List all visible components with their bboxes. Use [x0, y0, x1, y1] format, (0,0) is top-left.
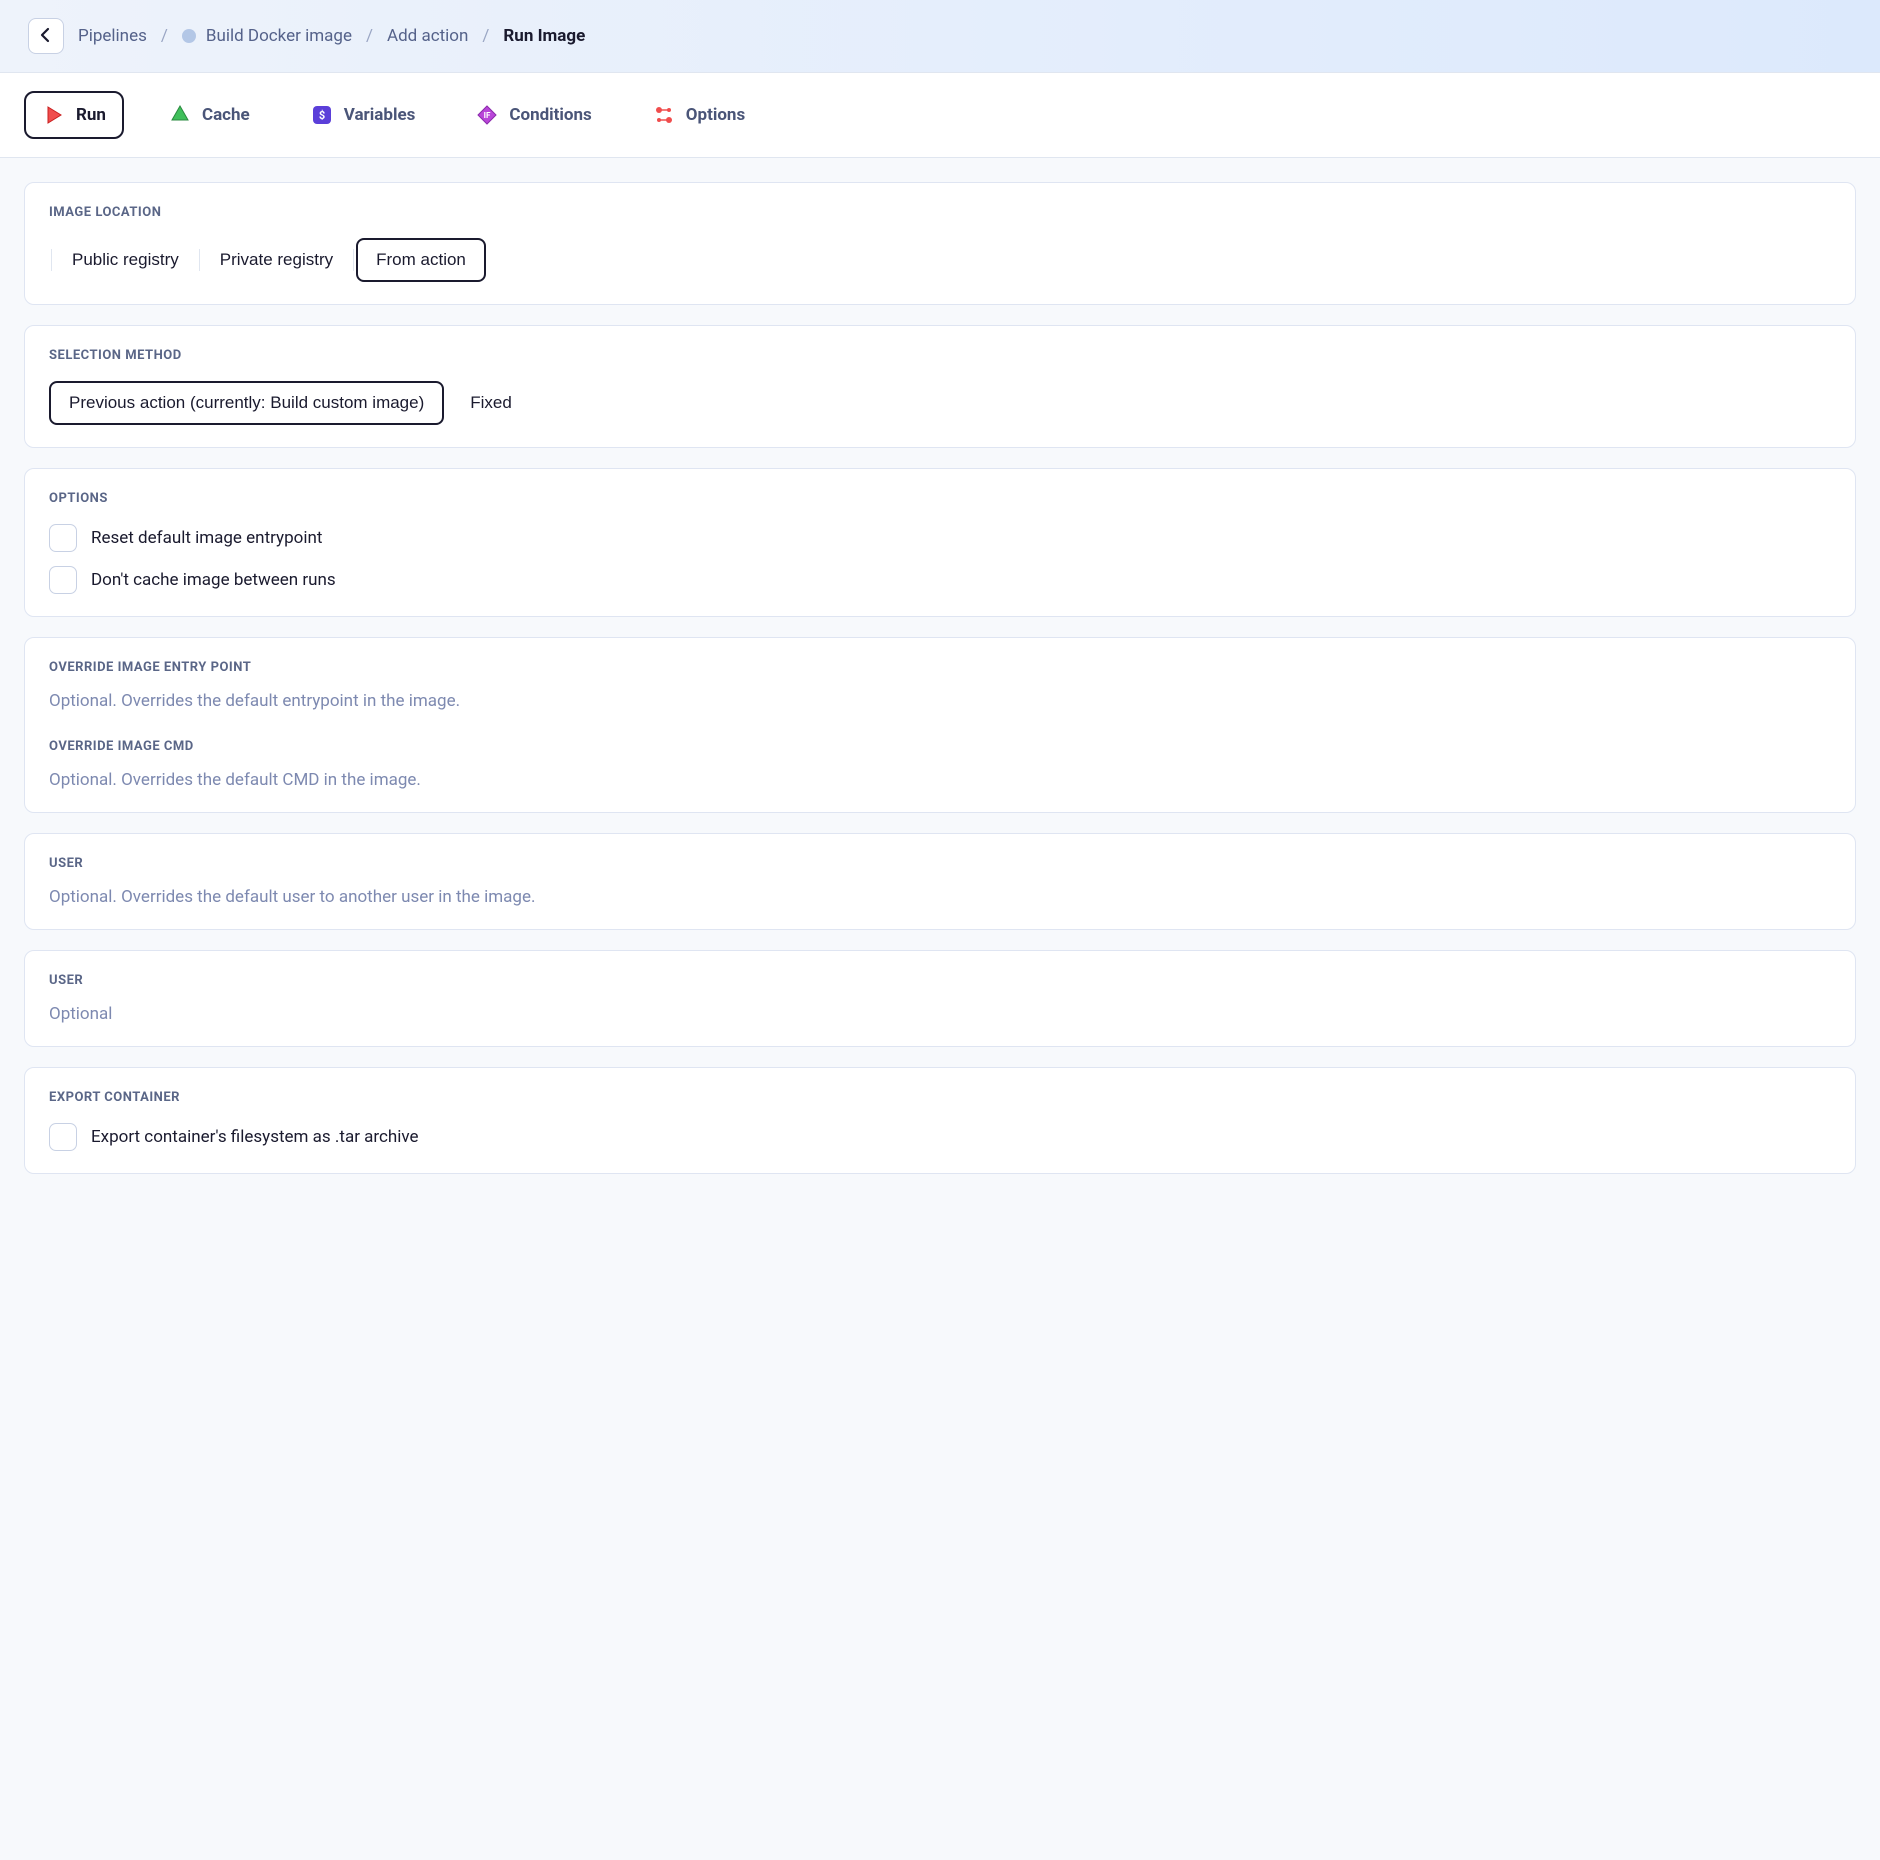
options-icon — [652, 103, 676, 127]
override-entry-input[interactable]: Optional. Overrides the default entrypoi… — [49, 691, 1831, 711]
user-input-2[interactable]: Optional — [49, 1004, 1831, 1024]
field-label: OVERRIDE IMAGE ENTRY POINT — [49, 660, 1831, 675]
panel-title: IMAGE LOCATION — [49, 205, 1831, 220]
field-label: USER — [49, 856, 1831, 871]
fixed-option[interactable]: Fixed — [452, 383, 530, 423]
tab-conditions[interactable]: IF Conditions — [459, 93, 607, 137]
tabs-bar: Run Cache $ Variables IF Conditions Opti… — [0, 73, 1880, 158]
field-label: OVERRIDE IMAGE CMD — [49, 739, 1831, 754]
field-label: USER — [49, 973, 1831, 988]
options-panel: OPTIONS Reset default image entrypoint D… — [24, 468, 1856, 617]
override-panel: OVERRIDE IMAGE ENTRY POINT Optional. Ove… — [24, 637, 1856, 813]
conditions-icon: IF — [475, 103, 499, 127]
user-panel-1: USER Optional. Overrides the default use… — [24, 833, 1856, 930]
tab-label: Run — [76, 105, 106, 125]
from-action-option[interactable]: From action — [356, 238, 486, 282]
breadcrumb: Pipelines / Build Docker image / Add act… — [78, 26, 585, 46]
selection-method-segmented: Previous action (currently: Build custom… — [49, 381, 1831, 425]
variables-icon: $ — [310, 103, 334, 127]
private-registry-option[interactable]: Private registry — [202, 240, 351, 280]
override-entry-group: OVERRIDE IMAGE ENTRY POINT Optional. Ove… — [49, 660, 1831, 711]
export-container-panel: EXPORT CONTAINER Export container's file… — [24, 1067, 1856, 1174]
breadcrumb-run-image: Run Image — [503, 26, 585, 46]
pipeline-status-icon — [182, 29, 196, 43]
dont-cache-checkbox[interactable] — [49, 566, 77, 594]
header: Pipelines / Build Docker image / Add act… — [0, 0, 1880, 73]
public-registry-option[interactable]: Public registry — [54, 240, 197, 280]
checkbox-label: Don't cache image between runs — [91, 570, 336, 590]
breadcrumb-separator: / — [366, 26, 373, 46]
tab-label: Conditions — [509, 105, 591, 125]
tab-label: Options — [686, 105, 745, 125]
play-icon — [42, 103, 66, 127]
content-area: IMAGE LOCATION Public registry Private r… — [0, 158, 1880, 1198]
tab-variables[interactable]: $ Variables — [294, 93, 432, 137]
tab-label: Cache — [202, 105, 250, 125]
breadcrumb-pipelines[interactable]: Pipelines — [78, 26, 147, 46]
breadcrumb-separator: / — [161, 26, 168, 46]
reset-entrypoint-checkbox[interactable] — [49, 524, 77, 552]
image-location-segmented: Public registry Private registry From ac… — [49, 238, 1831, 282]
segment-separator — [51, 249, 52, 271]
breadcrumb-build-docker[interactable]: Build Docker image — [182, 26, 352, 46]
breadcrumb-label: Build Docker image — [206, 26, 352, 46]
tab-run[interactable]: Run — [24, 91, 124, 139]
segment-separator — [199, 249, 200, 271]
svg-text:IF: IF — [484, 111, 491, 120]
export-checkbox[interactable] — [49, 1123, 77, 1151]
user-input[interactable]: Optional. Overrides the default user to … — [49, 887, 1831, 907]
tab-cache[interactable]: Cache — [152, 93, 266, 137]
svg-text:$: $ — [319, 109, 325, 122]
tab-label: Variables — [344, 105, 416, 125]
tab-options[interactable]: Options — [636, 93, 761, 137]
cache-icon — [168, 103, 192, 127]
checkbox-label: Export container's filesystem as .tar ar… — [91, 1127, 419, 1147]
reset-entrypoint-row: Reset default image entrypoint — [49, 524, 1831, 552]
panel-title: EXPORT CONTAINER — [49, 1090, 1831, 1105]
override-cmd-input[interactable]: Optional. Overrides the default CMD in t… — [49, 770, 1831, 790]
user-panel-2: USER Optional — [24, 950, 1856, 1047]
segment-separator — [353, 249, 354, 271]
panel-title: OPTIONS — [49, 491, 1831, 506]
export-row: Export container's filesystem as .tar ar… — [49, 1123, 1831, 1151]
back-button[interactable] — [28, 18, 64, 54]
breadcrumb-add-action[interactable]: Add action — [387, 26, 468, 46]
previous-action-option[interactable]: Previous action (currently: Build custom… — [49, 381, 444, 425]
checkbox-label: Reset default image entrypoint — [91, 528, 322, 548]
override-cmd-group: OVERRIDE IMAGE CMD Optional. Overrides t… — [49, 739, 1831, 790]
image-location-panel: IMAGE LOCATION Public registry Private r… — [24, 182, 1856, 305]
selection-method-panel: SELECTION METHOD Previous action (curren… — [24, 325, 1856, 448]
dont-cache-row: Don't cache image between runs — [49, 566, 1831, 594]
chevron-left-icon — [40, 27, 52, 46]
breadcrumb-separator: / — [482, 26, 489, 46]
panel-title: SELECTION METHOD — [49, 348, 1831, 363]
